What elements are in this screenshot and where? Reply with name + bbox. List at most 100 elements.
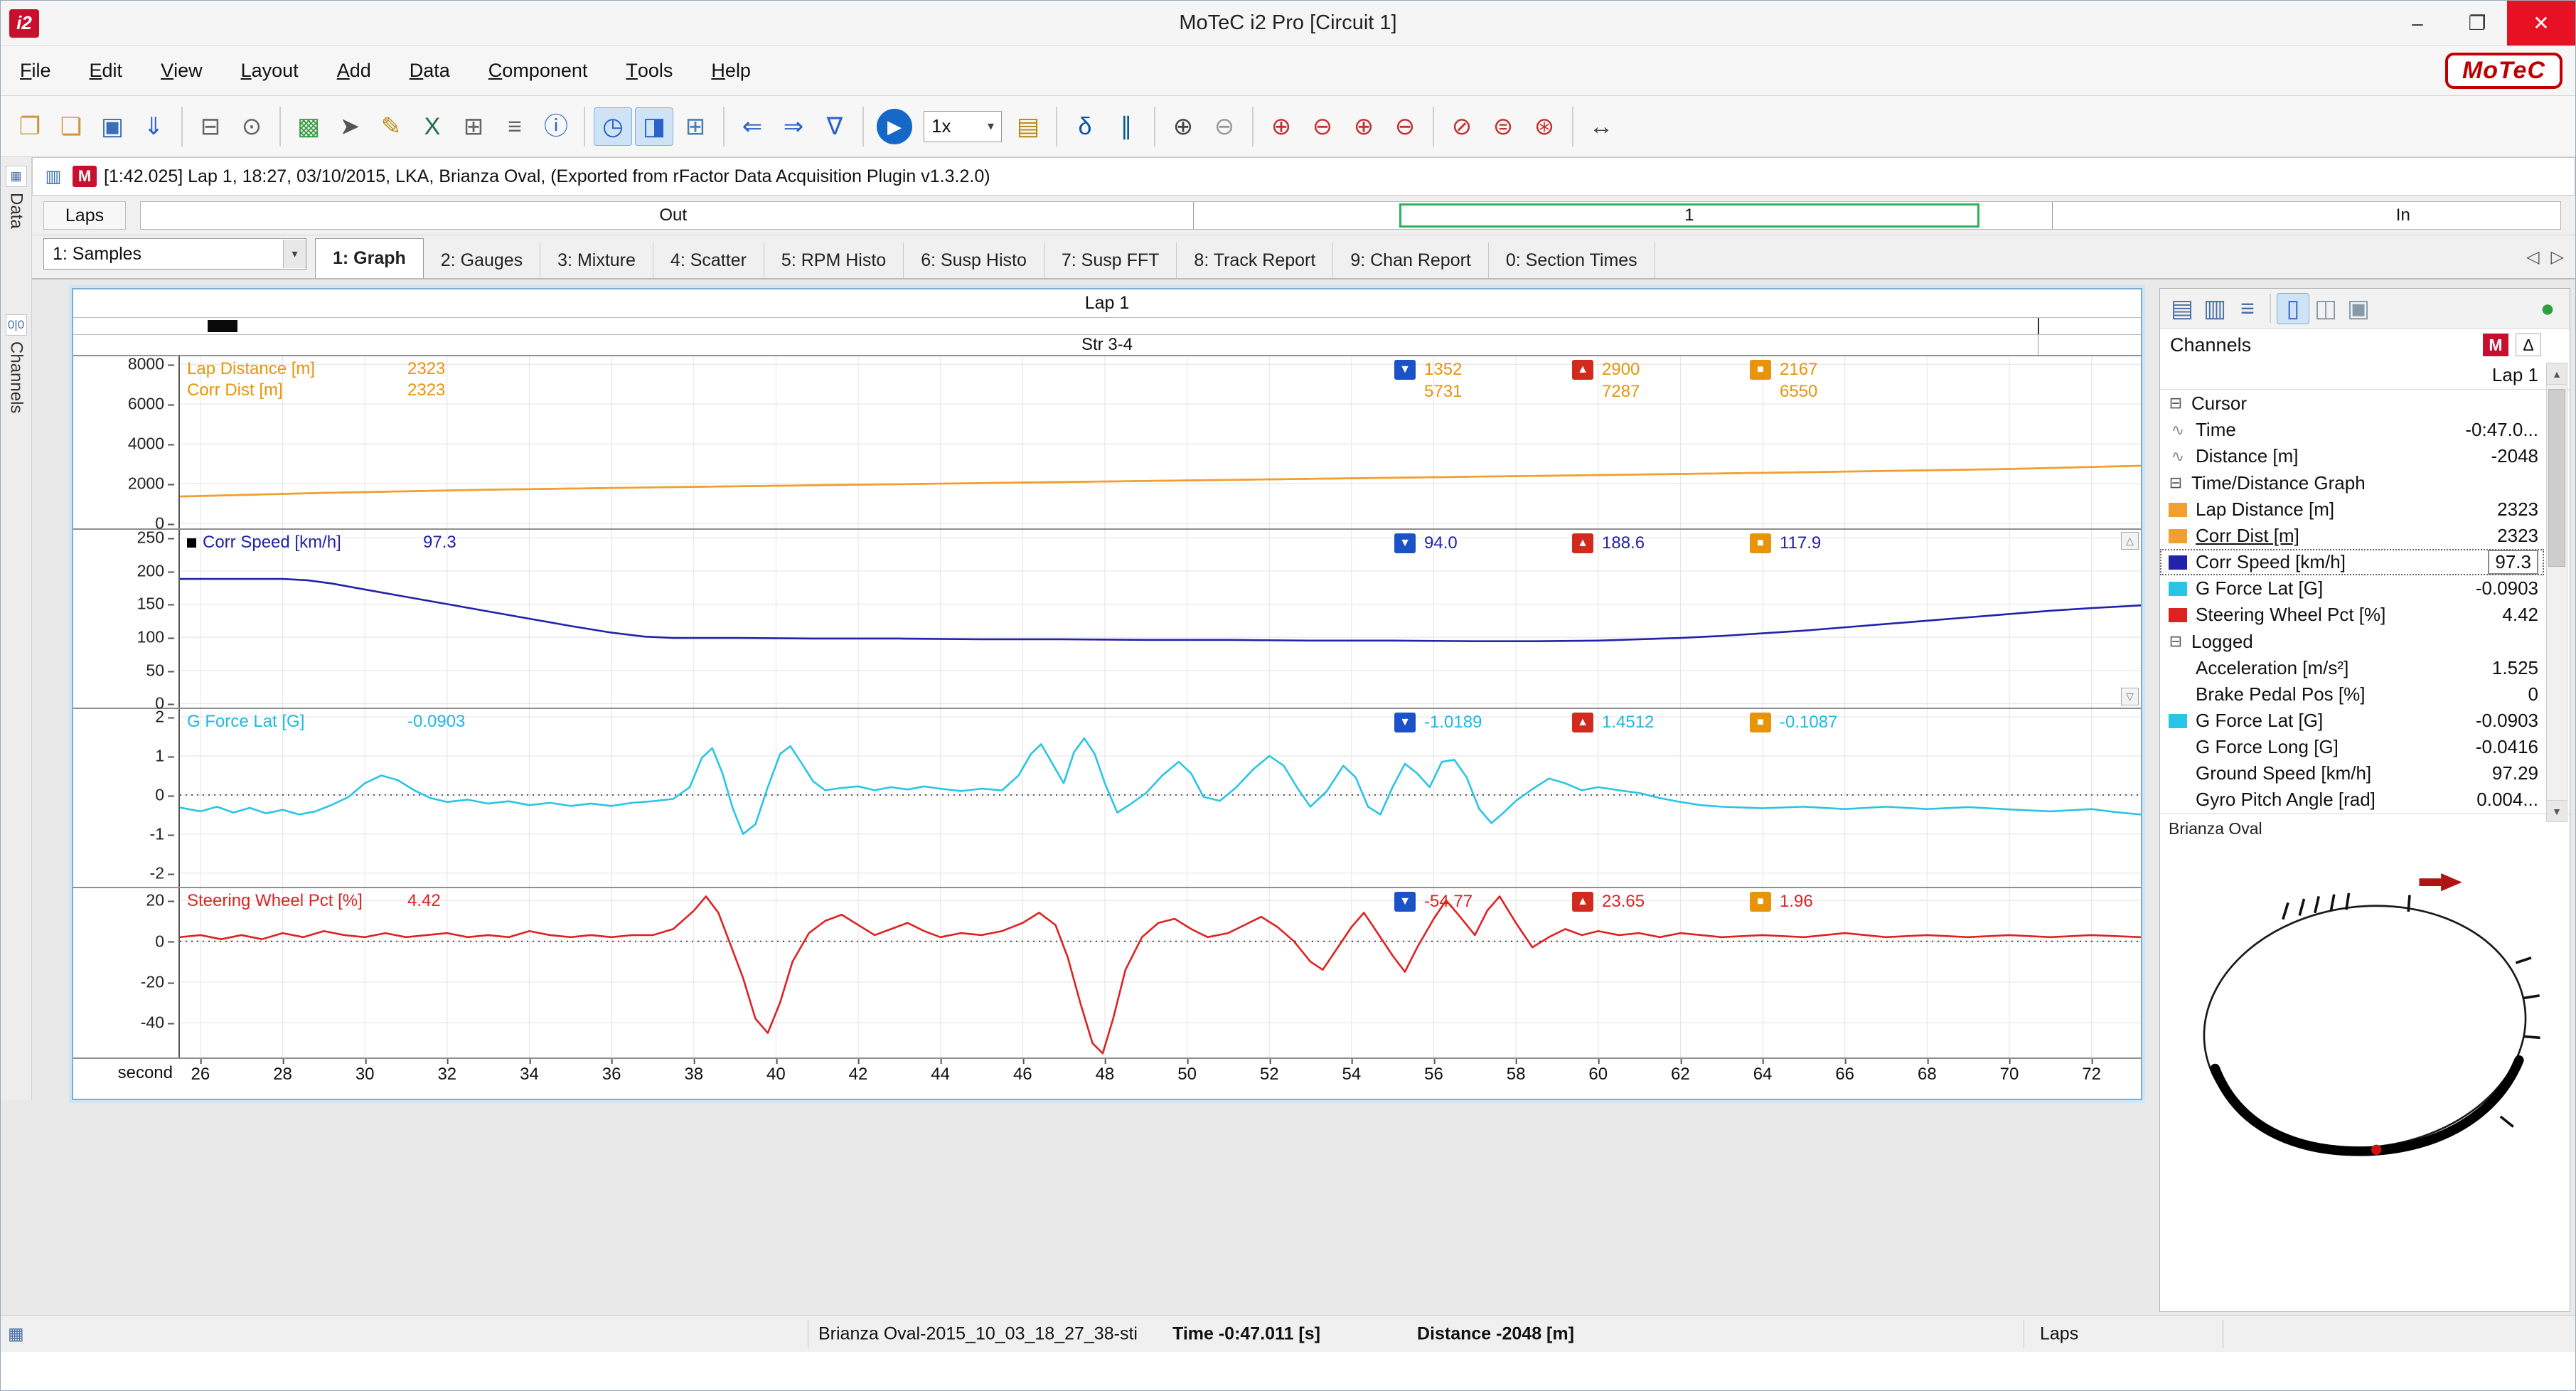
menu-layout[interactable]: Layout	[222, 46, 318, 95]
graph-panel-speed[interactable]: 250200150100500Corr Speed [km/h]97.3▼94.…	[73, 530, 2141, 709]
three-column-view-button[interactable]: ▣	[2342, 293, 2375, 324]
data-filter-button[interactable]: ∇	[816, 107, 854, 146]
pause-button[interactable]: ∥	[1107, 107, 1145, 146]
data-table-button[interactable]: ⊞	[454, 107, 493, 146]
menu-add[interactable]: Add	[318, 46, 390, 95]
channel-row-brake-pedal-pos[interactable]: Brake Pedal Pos [%]0	[2160, 681, 2544, 708]
tab-2-gauges[interactable]: 2: Gauges	[424, 243, 540, 278]
menu-component[interactable]: Component	[469, 46, 607, 95]
next-worksheet-icon[interactable]: ▷	[2551, 247, 2564, 267]
lap-segment-1[interactable]: 1	[1684, 206, 1694, 225]
tab-7-susp-fft[interactable]: 7: Susp FFT	[1044, 243, 1177, 278]
track-map[interactable]	[2173, 843, 2557, 1198]
channel-group-cursor[interactable]: ⊟Cursor	[2160, 390, 2544, 417]
zoom-out-time-button[interactable]: ⊖	[1303, 107, 1342, 146]
zoom-in-time-button[interactable]: ⊕	[1262, 107, 1300, 146]
channel-display-grid-button[interactable]: ▥	[2198, 293, 2231, 324]
playback-speed[interactable]: 1x▾	[924, 111, 1002, 142]
playback-button[interactable]: ▶	[877, 109, 912, 144]
channel-row-g-force-long-g[interactable]: G Force Long [G]-0.0416	[2160, 734, 2544, 760]
channel-row-gyro-pitch-angle-rad[interactable]: Gyro Pitch Angle [rad]0.004...	[2160, 787, 2544, 813]
menu-file[interactable]: File	[1, 46, 70, 95]
edit-annotations-button[interactable]: ✎	[372, 107, 410, 146]
open-layout-button[interactable]: ❏	[52, 107, 90, 146]
channel-row-g-force-lat-g[interactable]: G Force Lat [G]-0.0903	[2160, 575, 2544, 602]
channel-display-compact-button[interactable]: ≡	[2231, 293, 2264, 324]
two-column-view-button[interactable]: ◫	[2309, 293, 2342, 324]
delta-button[interactable]: Δ	[2516, 334, 2541, 356]
collapse-icon[interactable]: ⊟	[2167, 474, 2184, 492]
zoom-redo-button[interactable]: ⊜	[1484, 107, 1522, 146]
zoom-box-out-button[interactable]: ⊖	[1205, 107, 1244, 146]
minimize-button[interactable]: –	[2388, 1, 2447, 46]
laps-timeline[interactable]: Out 1 In	[140, 201, 2561, 230]
zoom-out-vert-button[interactable]: ⊖	[1386, 107, 1424, 146]
worksheet-group-select[interactable]: 1: Samples ▾	[43, 238, 306, 270]
plot-steering[interactable]: Steering Wheel Pct [%]4.42▼-54.77▲23.65■…	[180, 888, 2141, 1057]
time-distance-graph[interactable]: Lap 1 Str 3-4 80006000400020000Lap Dista…	[72, 288, 2142, 1100]
tab-6-susp-histo[interactable]: 6: Susp Histo	[904, 243, 1044, 278]
zoom-box-button[interactable]: ⊕	[1164, 107, 1202, 146]
import-data-button[interactable]: ⇓	[134, 107, 173, 146]
channel-display-list-button[interactable]: ▤	[2166, 293, 2198, 324]
menu-view[interactable]: View	[141, 46, 222, 95]
section-strip[interactable]: Str 3-4	[73, 335, 2141, 356]
plot-distance[interactable]: Lap Distance [m]2323Corr Dist [m]2323▼13…	[180, 356, 2141, 528]
graph-overview-strip[interactable]	[73, 318, 2141, 335]
channel-row-acceleration-m-s[interactable]: Acceleration [m/s²]1.525	[2160, 655, 2544, 681]
channel-colors-button[interactable]: ●	[2531, 293, 2564, 324]
channel-row-distance-m[interactable]: ∿Distance [m]-2048	[2160, 443, 2544, 469]
scrollbar-thumb[interactable]	[2548, 389, 2565, 567]
plot-speed[interactable]: Corr Speed [km/h]97.3▼94.0▲188.6■117.9△▽	[180, 530, 2141, 708]
menu-tools[interactable]: Tools	[606, 46, 692, 95]
tab-5-rpm-histo[interactable]: 5: RPM Histo	[764, 243, 904, 278]
zoom-undo-button[interactable]: ⊘	[1443, 107, 1481, 146]
file-info-button[interactable]: ⓘ	[537, 107, 575, 146]
lap-segment-in[interactable]: In	[2396, 206, 2410, 225]
distance-base-button[interactable]: ◨	[635, 107, 673, 146]
tab-3-mixture[interactable]: 3: Mixture	[540, 243, 653, 278]
plot-g-force-lat[interactable]: G Force Lat [G]-0.0903▼-1.0189▲1.4512■-0…	[180, 709, 2141, 887]
tab-8-track-report[interactable]: 8: Track Report	[1177, 243, 1333, 278]
channel-row-corr-speed-km-h[interactable]: Corr Speed [km/h]97.3	[2160, 549, 2544, 575]
close-button[interactable]: ✕	[2507, 1, 2575, 46]
save-button[interactable]: ▣	[93, 107, 132, 146]
print-preview-button[interactable]: ⊙	[233, 107, 271, 146]
zoom-default-button[interactable]: ⊛	[1525, 107, 1564, 146]
zoom-in-vert-button[interactable]: ⊕	[1345, 107, 1383, 146]
menu-help[interactable]: Help	[692, 46, 770, 95]
values-grid-button[interactable]: ⊞	[676, 107, 715, 146]
next-lap-button[interactable]: ⇒	[774, 107, 813, 146]
time-base-button[interactable]: ◷	[594, 107, 632, 146]
print-button[interactable]: ⊟	[191, 107, 230, 146]
channel-row-lap-distance-m[interactable]: Lap Distance [m]2323	[2160, 496, 2544, 523]
tab-9-chan-report[interactable]: 9: Chan Report	[1333, 243, 1489, 278]
sidebar-tab-channels[interactable]: 0|0 Channels	[1, 306, 31, 422]
axis-zoom-up-icon[interactable]: △	[2121, 532, 2139, 550]
menu-data[interactable]: Data	[390, 46, 469, 95]
prev-worksheet-icon[interactable]: ◁	[2526, 247, 2539, 267]
maximize-button[interactable]: ❐	[2447, 1, 2507, 46]
select-tool-button[interactable]: ➤	[331, 107, 369, 146]
channels-scrollbar[interactable]: ▲ ▼	[2546, 363, 2567, 822]
channel-row-steering-wheel-pct[interactable]: Steering Wheel Pct [%]4.42	[2160, 602, 2544, 628]
graph-panel-distance[interactable]: 80006000400020000Lap Distance [m]2323Cor…	[73, 356, 2141, 530]
tab-1-graph[interactable]: 1: Graph	[315, 238, 424, 278]
channel-row-time[interactable]: ∿Time-0:47.0...	[2160, 417, 2544, 443]
collapse-icon[interactable]: ⊟	[2167, 394, 2184, 412]
channel-group-time-distance-graph[interactable]: ⊟Time/Distance Graph	[2160, 469, 2544, 496]
channel-row-ground-speed-km-h[interactable]: Ground Speed [km/h]97.29	[2160, 760, 2544, 787]
laps-button[interactable]: Laps	[43, 201, 126, 230]
export-excel-button[interactable]: X	[413, 107, 451, 146]
delta-time-button[interactable]: δ	[1066, 107, 1104, 146]
export-image-button[interactable]: ▩	[289, 107, 328, 146]
main-device-button[interactable]: M	[2483, 334, 2508, 356]
sidebar-tab-data[interactable]: ▦ Data	[1, 157, 31, 238]
component-list-button[interactable]: ≡	[496, 107, 534, 146]
playback-settings-button[interactable]: ▤	[1009, 107, 1047, 146]
graph-panel-g-force-lat[interactable]: 210-1-2G Force Lat [G]-0.0903▼-1.0189▲1.…	[73, 709, 2141, 888]
axis-zoom-down-icon[interactable]: ▽	[2121, 688, 2139, 705]
channel-group-logged[interactable]: ⊟Logged	[2160, 628, 2544, 655]
collapse-icon[interactable]: ⊟	[2167, 632, 2184, 651]
prev-lap-button[interactable]: ⇐	[733, 107, 771, 146]
